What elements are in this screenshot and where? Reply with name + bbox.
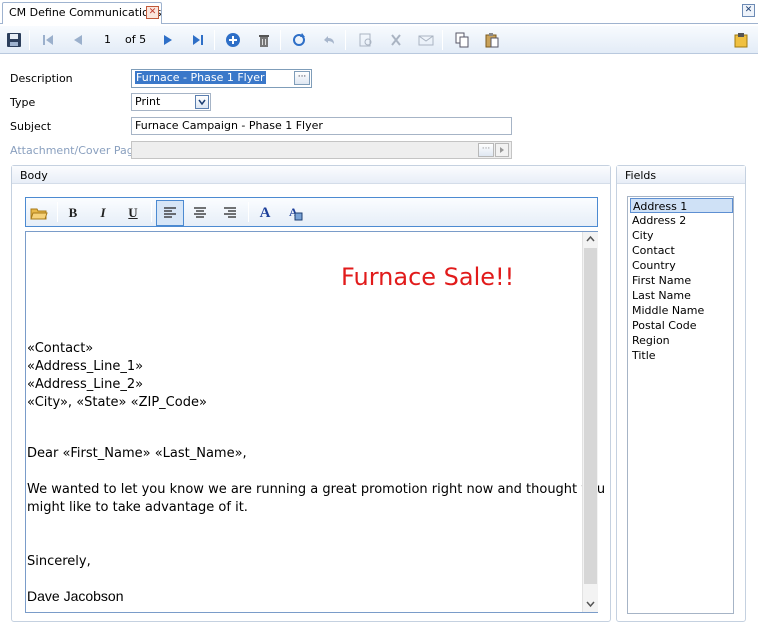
tab-title: CM Define Communications <box>9 6 162 19</box>
fields-panel-title: Fields <box>617 166 745 184</box>
field-item[interactable]: Middle Name <box>630 303 733 318</box>
attachment-arrow-icon[interactable] <box>495 143 509 157</box>
editor-heading: Furnace Sale!! <box>341 263 515 291</box>
field-item[interactable]: City <box>630 228 733 243</box>
description-label: Description <box>10 72 73 85</box>
align-left-button[interactable] <box>156 200 184 226</box>
scroll-thumb[interactable] <box>584 248 597 584</box>
italic-button[interactable]: I <box>92 202 114 224</box>
tab-cm-define-communications[interactable]: CM Define Communications ✕ <box>2 2 162 24</box>
description-ellipsis-button[interactable]: ··· <box>294 71 310 85</box>
type-label: Type <box>10 96 36 109</box>
align-center-button[interactable] <box>189 202 211 224</box>
subject-value: Furnace Campaign - Phase 1 Flyer <box>135 119 323 132</box>
envelope-icon[interactable] <box>415 29 437 51</box>
subject-label: Subject <box>10 120 52 133</box>
record-count: of 5 <box>125 33 147 46</box>
notes-icon[interactable] <box>730 29 752 51</box>
editor-line: might like to take advantage of it. <box>27 500 248 515</box>
paste-icon[interactable] <box>481 29 503 51</box>
delete-icon[interactable] <box>253 29 275 51</box>
copy-icon[interactable] <box>451 29 473 51</box>
record-position: 1 <box>104 33 111 46</box>
attachment-ellipsis-button[interactable]: ··· <box>478 143 494 157</box>
editor-line: «Address_Line_2» <box>27 377 144 392</box>
editor-line: Dear «First_Name» «Last_Name», <box>27 446 247 461</box>
field-item[interactable]: Postal Code <box>630 318 733 333</box>
editor-line: «Address_Line_1» <box>27 359 144 374</box>
field-item[interactable]: Country <box>630 258 733 273</box>
scroll-down-icon[interactable] <box>585 599 596 612</box>
editor-content[interactable]: Furnace Sale!! «Contact» «Address_Line_1… <box>27 232 605 612</box>
editor-toolbar: B I U A A <box>25 197 598 227</box>
save-icon[interactable] <box>3 29 25 51</box>
fields-list[interactable]: Address 1 Address 2 City Contact Country Firs… <box>627 196 734 614</box>
field-item[interactable]: Contact <box>630 243 733 258</box>
font-button[interactable]: A <box>254 202 276 224</box>
editor-signature: Dave Jacobson <box>27 588 124 604</box>
window-close-icon[interactable]: ✕ <box>742 4 755 17</box>
align-right-button[interactable] <box>219 202 241 224</box>
prev-record-icon[interactable] <box>67 29 89 51</box>
next-record-icon[interactable] <box>157 29 179 51</box>
field-item[interactable]: Title <box>630 348 733 363</box>
attachment-label: Attachment/Cover Page <box>10 144 141 157</box>
preview-icon[interactable] <box>355 29 377 51</box>
field-item[interactable]: Last Name <box>630 288 733 303</box>
type-dropdown-icon[interactable] <box>195 95 209 109</box>
last-record-icon[interactable] <box>187 29 209 51</box>
main-toolbar: 1 of 5 <box>0 26 758 54</box>
refresh-icon[interactable] <box>288 29 310 51</box>
underline-button[interactable]: U <box>122 202 144 224</box>
attachment-field[interactable] <box>131 141 512 159</box>
editor-line: Sincerely, <box>27 554 91 569</box>
bold-button[interactable]: B <box>62 202 84 224</box>
scroll-up-icon[interactable] <box>585 234 596 247</box>
description-value: Furnace - Phase 1 Flyer <box>135 71 266 84</box>
field-item[interactable]: First Name <box>630 273 733 288</box>
field-item[interactable]: Address 2 <box>630 213 733 228</box>
font-color-icon[interactable]: A <box>284 202 306 224</box>
open-folder-icon[interactable] <box>28 202 50 224</box>
editor-line: We wanted to let you know we are running… <box>27 482 606 497</box>
clear-icon[interactable] <box>385 29 407 51</box>
field-item[interactable]: Region <box>630 333 733 348</box>
editor-line: «Contact» <box>27 341 94 356</box>
undo-icon[interactable] <box>318 29 340 51</box>
add-icon[interactable] <box>222 29 244 51</box>
body-editor[interactable]: Furnace Sale!! «Contact» «Address_Line_1… <box>25 231 605 613</box>
subject-field[interactable]: Furnace Campaign - Phase 1 Flyer <box>131 117 512 135</box>
first-record-icon[interactable] <box>37 29 59 51</box>
tab-close-icon[interactable]: ✕ <box>146 6 159 19</box>
body-panel-title: Body <box>12 166 610 184</box>
field-item[interactable]: Address 1 <box>630 198 733 213</box>
description-field[interactable]: Furnace - Phase 1 Flyer <box>131 69 312 88</box>
editor-line: «City», «State» «ZIP_Code» <box>27 395 207 410</box>
editor-scrollbar[interactable] <box>582 232 598 612</box>
type-value: Print <box>135 95 161 108</box>
